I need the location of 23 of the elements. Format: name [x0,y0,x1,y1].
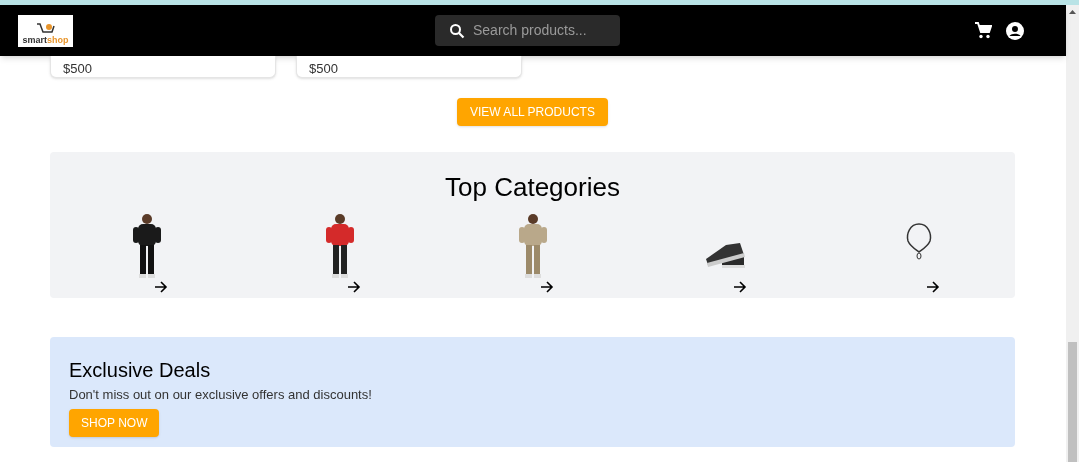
scroll-up-icon[interactable] [1069,10,1076,14]
banner-title: Exclusive Deals [69,358,212,383]
search-input[interactable]: Search products... [473,20,598,41]
arrow-icon[interactable] [732,280,747,293]
product-card[interactable]: $500 [296,56,522,78]
scrollbar-thumb[interactable] [1068,342,1077,462]
search-bar[interactable]: Search products... [435,15,620,46]
cart-icon [34,21,57,36]
product-card[interactable]: $500 [50,56,276,78]
account-icon[interactable] [1006,21,1024,40]
price: $500 [63,61,92,76]
arrow-icon[interactable] [925,280,940,293]
cart-icon[interactable] [974,22,992,39]
logo-text: shop [47,34,69,45]
arrow-icon[interactable] [153,280,168,293]
section-title: Top Categories [444,171,621,204]
arrow-icon[interactable] [346,280,361,293]
arrow-icon[interactable] [539,280,554,293]
logo[interactable]: smartshop [18,14,73,47]
banner-text: Don't miss out on our exclusive offers and discounts! [69,386,373,404]
logo-text: smart [22,34,47,45]
search-icon [449,22,465,39]
price: $500 [309,61,338,76]
